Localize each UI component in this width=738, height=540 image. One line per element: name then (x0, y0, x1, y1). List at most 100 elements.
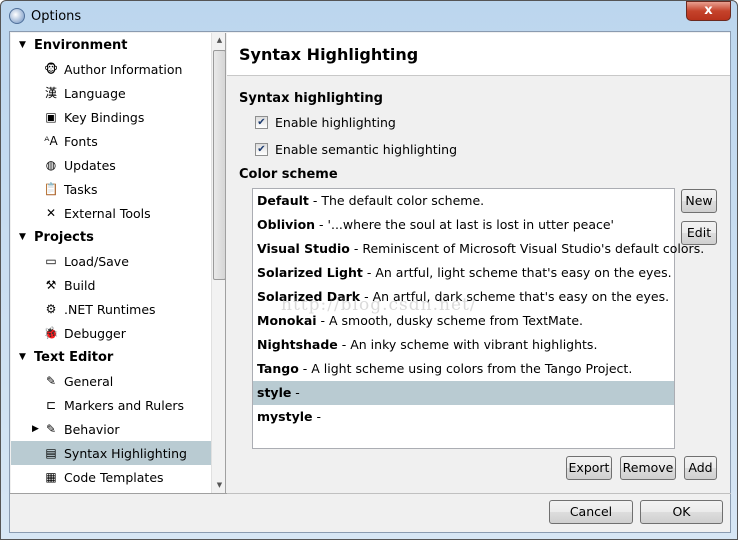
category-label: Text Editor (34, 349, 114, 365)
category-label: Projects (34, 229, 94, 245)
window-title: Options (31, 8, 82, 24)
collapsed-arrow-icon[interactable]: ▶ (32, 424, 39, 434)
tree-item[interactable]: ▤ Syntax Highlighting (11, 441, 211, 465)
app-icon (9, 8, 25, 24)
tree-item[interactable]: ▭ Load/Save (11, 249, 211, 273)
add-button[interactable]: Add (684, 456, 717, 480)
list-item[interactable]: Tango - A light scheme using colors from… (253, 357, 674, 381)
scheme-description: - (291, 385, 300, 400)
tree-item[interactable]: ᴬA Fonts (11, 129, 211, 153)
edit-icon: ✎ (45, 422, 57, 436)
divider (227, 493, 731, 494)
scheme-description: - A smooth, dusky scheme from TextMate. (316, 313, 584, 328)
globe-icon: ◍ (45, 158, 57, 172)
list-item[interactable]: Nightshade - An inky scheme with vibrant… (253, 333, 674, 357)
list-item[interactable]: Visual Studio - Reminiscent of Microsoft… (253, 237, 704, 261)
notepad-icon: ✎ (45, 374, 57, 388)
scheme-description: - The default color scheme. (308, 193, 485, 208)
scheme-description: - (312, 409, 321, 424)
tree-item[interactable]: ▣ Key Bindings (11, 105, 211, 129)
scroll-thumb[interactable] (213, 50, 225, 280)
tree-item[interactable]: ⚙ .NET Runtimes (11, 297, 211, 321)
enable-semantic-highlighting-checkbox[interactable]: ✔ Enable semantic highlighting (255, 142, 457, 157)
tree-item[interactable]: ⊏ Markers and Rulers (11, 393, 211, 417)
list-item[interactable]: Oblivion - '...where the soul at last is… (253, 213, 674, 237)
scheme-name: mystyle (257, 409, 313, 424)
enable-highlighting-checkbox[interactable]: ✔ Enable highlighting (255, 115, 396, 130)
dialog-body: ▲ ▼ ▼ Environment 🐵 Author Information 漢 Lang… (9, 31, 731, 533)
clipboard-icon: 📋 (43, 182, 59, 196)
scroll-up-icon[interactable]: ▲ (212, 33, 225, 48)
tree-item[interactable]: 🐵 Author Information (11, 57, 211, 81)
cancel-button[interactable]: Cancel (549, 500, 633, 524)
tree-item-label: Code Templates (64, 469, 164, 485)
edit-button[interactable]: Edit (681, 221, 717, 245)
scheme-description: - A light scheme using colors from the T… (298, 361, 633, 376)
scroll-down-icon[interactable]: ▼ (212, 478, 225, 493)
checkbox-label: Enable semantic highlighting (275, 142, 458, 157)
scheme-name: Visual Studio (257, 241, 350, 256)
tree-item-label: Author Information (64, 61, 183, 77)
new-button[interactable]: New (681, 189, 717, 213)
tree-item-label: Language (64, 85, 126, 101)
scheme-name: Nightshade (257, 337, 338, 352)
tree-item[interactable]: 🐞 Debugger (11, 321, 211, 345)
monkey-icon: 🐵 (44, 62, 58, 76)
options-window: Options x ▲ ▼ ▼ Environment 🐵 Author Inform… (0, 0, 738, 540)
list-item[interactable]: mystyle - (253, 405, 674, 429)
expand-arrow-icon[interactable]: ▼ (19, 232, 26, 242)
tools-icon: ✕ (45, 206, 57, 220)
gear-icon: ⚙ (45, 302, 57, 316)
tree-category[interactable]: ▼ Text Editor (11, 345, 211, 369)
ok-button[interactable]: OK (640, 500, 723, 524)
key-icon: ▣ (45, 110, 57, 124)
expand-arrow-icon[interactable]: ▼ (19, 352, 26, 362)
tree-item-label: Key Bindings (64, 109, 145, 125)
tree-category[interactable]: ▼ Environment (11, 33, 211, 57)
tree-item-label: Syntax Highlighting (64, 445, 187, 461)
tree-item[interactable]: ◍ Updates (11, 153, 211, 177)
scheme-name: Default (257, 193, 309, 208)
list-item[interactable]: Solarized Light - An artful, light schem… (253, 261, 674, 285)
tree-item[interactable]: ✎ General (11, 369, 211, 393)
section-syntax-highlighting: Syntax highlighting (239, 91, 383, 106)
list-item[interactable]: Default - The default color scheme. (253, 189, 674, 213)
checkbox-label: Enable highlighting (275, 115, 396, 130)
tree-item[interactable]: 📋 Tasks (11, 177, 211, 201)
language-icon: 漢 (44, 86, 57, 100)
tree-item[interactable]: ▦ Code Templates (11, 465, 211, 489)
tree-item[interactable]: ✕ External Tools (11, 201, 211, 225)
tree-category[interactable]: ▼ Projects (11, 225, 211, 249)
tree-item-label: General (64, 373, 114, 389)
tree-item[interactable]: 漢 Language (11, 81, 211, 105)
tree-scrollbar[interactable]: ▲ ▼ (211, 33, 225, 493)
category-label: Environment (34, 37, 128, 53)
fonts-icon: ᴬA (44, 134, 58, 148)
options-tree: ▲ ▼ ▼ Environment 🐵 Author Information 漢 Lang… (11, 33, 226, 493)
export-button[interactable]: Export (566, 456, 612, 480)
scheme-name: Tango (257, 361, 299, 376)
scheme-name: Solarized Light (257, 265, 363, 280)
scheme-description: - An inky scheme with vibrant highlights… (337, 337, 598, 352)
page-title: Syntax Highlighting (239, 45, 419, 64)
expand-arrow-icon[interactable]: ▼ (19, 40, 26, 50)
checkbox-check-icon: ✔ (255, 116, 268, 129)
tree-item[interactable]: ▶ ✎ Behavior (11, 417, 211, 441)
tree-item-label: Markers and Rulers (64, 397, 185, 413)
bug-icon: 🐞 (43, 326, 59, 340)
close-button[interactable]: x (686, 1, 731, 21)
scheme-description: - '...where the soul at last is lost in … (315, 217, 614, 232)
tree-item-label: External Tools (64, 205, 151, 221)
tree-item-label: Updates (64, 157, 116, 173)
tree-item-label: .NET Runtimes (64, 301, 156, 317)
tree-item[interactable]: ⚒ Build (11, 273, 211, 297)
tree-item-label: Debugger (64, 325, 126, 341)
syntax-icon: ▤ (45, 446, 57, 460)
color-scheme-list[interactable]: Default - The default color scheme. Obliv… (252, 188, 704, 449)
remove-button[interactable]: Remove (620, 456, 676, 480)
ruler-icon: ⊏ (45, 398, 57, 412)
title-bar: Options (9, 7, 81, 25)
hammer-icon: ⚒ (45, 278, 57, 292)
checkbox-check-icon: ✔ (255, 143, 268, 156)
list-item[interactable]: style - (253, 381, 674, 405)
